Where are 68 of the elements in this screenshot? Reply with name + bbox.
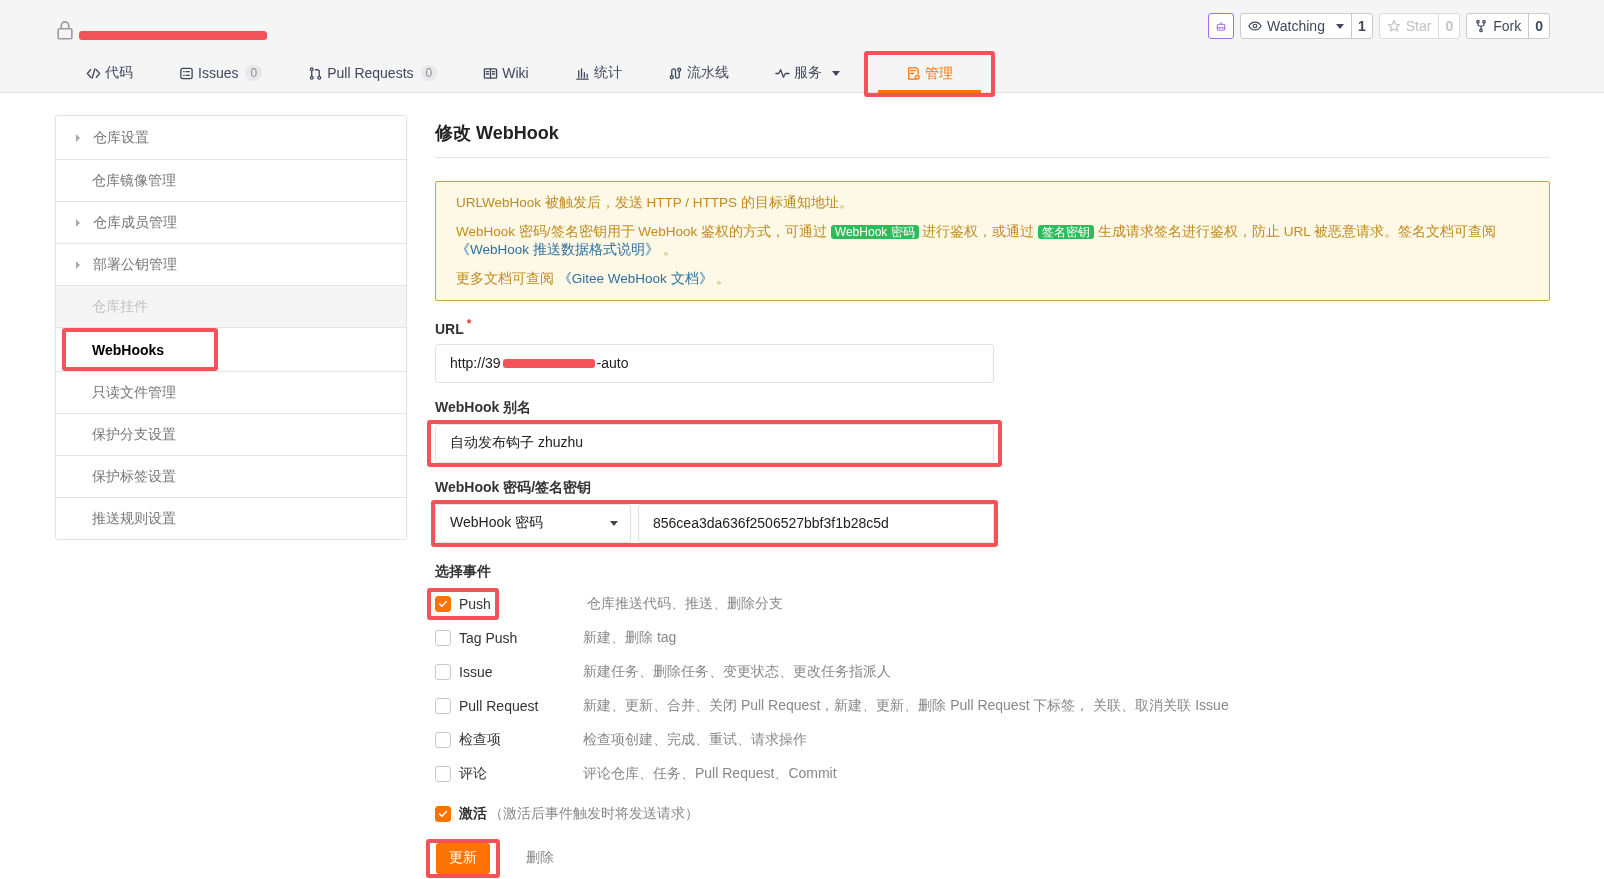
pipeline-icon	[667, 65, 683, 81]
sidebar-item[interactable]: 推送规则设置	[56, 497, 406, 539]
checkbox[interactable]	[435, 805, 451, 822]
event-checkbox-label[interactable]: Push	[435, 595, 491, 612]
delete-link[interactable]: 删除	[526, 849, 554, 868]
caret-icon	[610, 520, 618, 526]
field-label: WebHook 密码/签名密钥	[435, 478, 593, 497]
checkbox[interactable]	[435, 595, 451, 612]
event-description: 新建、更新、合并、关闭 Pull Request，新建、更新、删除 Pull Request 下标签， 关联、取消关联 Issue	[583, 696, 1229, 715]
eye-icon	[1248, 19, 1263, 33]
event-checkbox-label[interactable]: Issue	[435, 663, 583, 680]
event-description: 检查项创建、完成、重试、请求操作	[583, 730, 807, 749]
sidebar-item[interactable]: WebHooks	[62, 328, 218, 371]
nav-tab[interactable]: Wiki	[473, 57, 539, 89]
bar-chart-icon	[574, 65, 590, 81]
alias-field[interactable]: 自动发布钩子 zhuzhu	[435, 423, 994, 463]
checkbox[interactable]	[435, 765, 451, 782]
event-checkbox-label[interactable]: Tag Push	[435, 629, 583, 646]
event-description: 新建、删除 tag	[583, 628, 677, 647]
doc-link[interactable]: 《Gitee WebHook 文档》	[557, 271, 713, 286]
required-mark: *	[466, 317, 472, 331]
event-description: 新建任务、删除任务、变更状态、更改任务指派人	[583, 662, 891, 681]
nav-tab[interactable]: Pull Requests 0	[298, 57, 448, 89]
nav-tab[interactable]: 流水线	[657, 57, 739, 89]
active-checkbox-label[interactable]: 激活	[435, 804, 487, 823]
field-label: URL $^{*}$	[435, 317, 473, 337]
nav-tab[interactable]: 代码	[76, 57, 143, 89]
bot-button[interactable]	[1208, 13, 1235, 39]
checkbox[interactable]	[435, 697, 451, 714]
field-label: WebHook 别名	[435, 398, 533, 417]
code-icon	[86, 65, 101, 81]
event-checkbox-label[interactable]: 检查项	[435, 730, 583, 749]
count-label: 0	[1528, 14, 1549, 38]
event-checkbox-label[interactable]: 评论	[435, 764, 583, 783]
document-gear-icon	[905, 66, 921, 81]
page-title: 修改 WebHook	[435, 115, 1550, 158]
doc-link[interactable]: 《WebHook 推送数据格式说明》	[456, 242, 659, 257]
checkbox[interactable]	[435, 629, 451, 646]
label-tag: WebHook 密码	[830, 225, 919, 239]
branch-icon	[308, 65, 324, 81]
count-badge: 0	[420, 65, 438, 81]
hint-text: （激活后事件触发时将发送请求）	[489, 804, 699, 823]
fork-button[interactable]: Fork	[1467, 14, 1529, 38]
notice-text: WebHook 密码/签名密钥用于 WebHook 鉴权的方式，可通过 WebHook 密码 进行鉴权，或通过 签名密钥 生成请求签名进行鉴权，防止 URL 被恶意请求。签名文档可查阅 《WebHook 推送数据格式说明》 。	[456, 223, 1497, 259]
count-label: 1	[1350, 14, 1372, 38]
nav-tab[interactable]: 统计	[564, 57, 632, 89]
checkbox[interactable]	[435, 663, 451, 680]
notice-text: 更多文档可查阅 《Gitee WebHook 文档》 。	[456, 270, 732, 288]
label-tag: 签名密钥	[1038, 225, 1095, 239]
url-field[interactable]: http://39 -auto	[435, 343, 994, 383]
event-description: 仓库推送代码、推送、删除分支	[586, 594, 783, 613]
fork-icon	[1474, 19, 1489, 33]
watch-button[interactable]: Watching	[1241, 14, 1351, 38]
caret-icon	[1335, 23, 1344, 29]
nav-tab[interactable]: Issues 0	[169, 57, 273, 89]
star-icon	[1386, 19, 1401, 33]
nav-tab[interactable]: 服务	[764, 57, 850, 89]
list-icon	[179, 65, 194, 81]
count-badge: 0	[245, 65, 263, 81]
notice-text: URLWebHook 被触发后，发送 HTTP / HTTPS 的目标通知地址。	[456, 194, 854, 212]
secret-type-dropdown[interactable]: WebHook 密码	[435, 503, 631, 543]
book-icon	[483, 65, 499, 81]
event-checkbox-label[interactable]: Pull Request	[435, 697, 583, 714]
checkbox[interactable]	[435, 731, 451, 748]
section-label: 选择事件	[435, 562, 492, 581]
secret-field[interactable]: 856cea3da636f2506527bbf3f1b28c5d	[638, 503, 994, 543]
count-label: 0	[1438, 14, 1460, 38]
event-description: 评论仓库、任务、Pull Request、Commit	[583, 764, 837, 783]
